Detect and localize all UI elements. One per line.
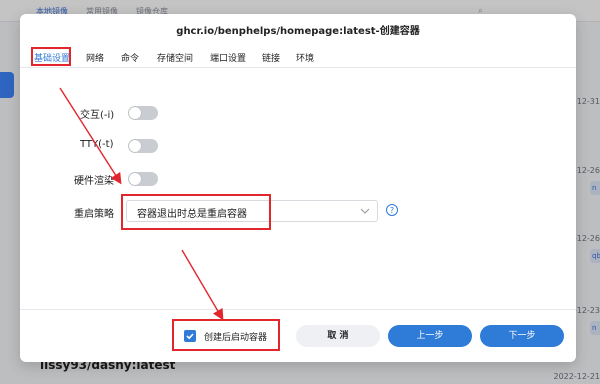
- interactive-toggle[interactable]: [128, 106, 158, 120]
- tty-toggle[interactable]: [128, 139, 158, 153]
- tab-ports[interactable]: 端口设置: [210, 51, 246, 64]
- chevron-down-icon: [360, 208, 370, 214]
- next-step-button[interactable]: 下一步: [480, 325, 564, 347]
- tab-network[interactable]: 网络: [86, 51, 104, 64]
- cancel-button[interactable]: 取 消: [296, 325, 380, 347]
- previous-step-button[interactable]: 上一步: [388, 325, 472, 347]
- hardware-render-label: 硬件渲染: [74, 176, 114, 187]
- create-container-dialog: ghcr.io/benphelps/homepage:latest-创建容器 基…: [20, 14, 576, 362]
- hardware-render-toggle[interactable]: [128, 172, 158, 186]
- tab-links[interactable]: 链接: [262, 51, 280, 64]
- restart-policy-label: 重启策略: [74, 209, 114, 220]
- annotation-highlight-box: [31, 47, 71, 66]
- tab-environment[interactable]: 环境: [296, 51, 314, 64]
- help-icon[interactable]: ?: [386, 204, 398, 216]
- annotation-highlight-box: [121, 194, 271, 230]
- tab-command[interactable]: 命令: [121, 51, 139, 64]
- dialog-title: ghcr.io/benphelps/homepage:latest-创建容器: [176, 26, 420, 37]
- dialog-footer-divider: [20, 309, 576, 310]
- tab-storage[interactable]: 存储空间: [157, 51, 193, 64]
- interactive-label: 交互(-i): [80, 110, 115, 121]
- tab-bar: 基础设置 网络 命令 存储空间 端口设置 链接 环境: [20, 44, 576, 68]
- tty-label: TTY(-t): [80, 139, 114, 150]
- annotation-highlight-box: [172, 319, 280, 351]
